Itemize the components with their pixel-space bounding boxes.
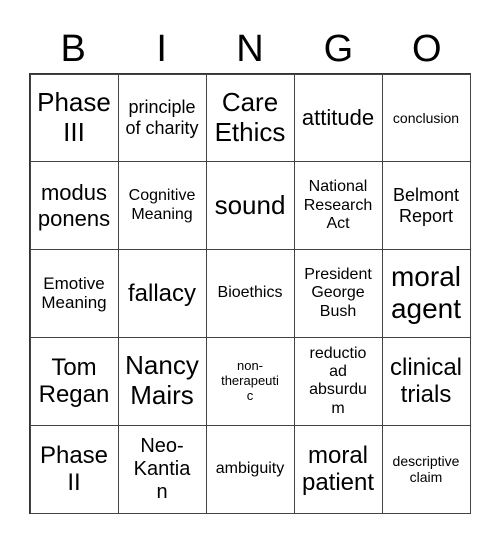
header-letter-i: I: [156, 28, 167, 70]
bingo-cell[interactable]: conclusion: [381, 73, 471, 163]
cell-text: principle of charity: [125, 97, 199, 138]
bingo-cell[interactable]: non-therapeutic: [205, 336, 295, 426]
bingo-cell[interactable]: Emotive Meaning: [29, 249, 119, 338]
cell-text: Phase II: [39, 441, 109, 497]
cell-text: non-therapeutic: [221, 357, 279, 403]
bingo-cell[interactable]: attitude: [293, 73, 383, 163]
bingo-cell[interactable]: Care Ethics: [205, 73, 295, 163]
cell-text: attitude: [301, 105, 375, 131]
bingo-cell[interactable]: Tom Regan: [29, 336, 119, 426]
cell-text: sound: [214, 189, 286, 220]
cell-text: Emotive Meaning: [41, 273, 107, 313]
bingo-cell[interactable]: modus ponens: [29, 161, 119, 251]
bingo-cell[interactable]: Nancy Mairs: [117, 336, 207, 426]
cell-text: Neo-Kantian: [133, 434, 191, 503]
cell-text: Tom Regan: [38, 353, 110, 409]
cell-text: Phase III: [37, 87, 111, 147]
bingo-cell[interactable]: moral agent: [381, 249, 471, 338]
bingo-cell[interactable]: Phase III: [29, 73, 119, 163]
bingo-cell[interactable]: clinical trials: [381, 336, 471, 426]
header-letter-n: N: [236, 28, 264, 70]
cell-text: modus ponens: [37, 180, 111, 231]
cell-text: clinical trials: [389, 353, 463, 409]
cell-text: fallacy: [127, 279, 197, 307]
bingo-cell[interactable]: fallacy: [117, 249, 207, 338]
bingo-header: B I N G O: [29, 24, 471, 74]
bingo-cell[interactable]: descriptive claim: [381, 424, 471, 514]
bingo-cell[interactable]: President George Bush: [293, 249, 383, 338]
bingo-cell[interactable]: sound: [205, 161, 295, 251]
bingo-cell[interactable]: reductio ad absurdum: [293, 336, 383, 426]
cell-text: Cognitive Meaning: [128, 187, 196, 223]
header-letter-b: B: [60, 28, 86, 70]
cell-text: Bioethics: [217, 284, 283, 302]
bingo-cell[interactable]: moral patient: [293, 424, 383, 514]
cell-text: reductio ad absurdum: [309, 344, 367, 417]
bingo-cell[interactable]: Phase II: [29, 424, 119, 514]
cell-text: Belmont Report: [392, 185, 460, 226]
cell-text: conclusion: [392, 109, 460, 126]
cell-text: ambiguity: [215, 459, 285, 477]
cell-text: President George Bush: [304, 265, 372, 320]
header-letter-o: O: [412, 28, 442, 70]
cell-text: moral patient: [301, 441, 375, 497]
bingo-cell[interactable]: Belmont Report: [381, 161, 471, 251]
bingo-card: Phase III principle of charity Care Ethi…: [29, 73, 471, 514]
bingo-cell[interactable]: Neo-Kantian: [117, 424, 207, 514]
bingo-cell[interactable]: ambiguity: [205, 424, 295, 514]
cell-text: Nancy Mairs: [125, 350, 199, 411]
bingo-cell[interactable]: principle of charity: [117, 73, 207, 163]
bingo-cell[interactable]: Cognitive Meaning: [117, 161, 207, 251]
cell-text: National Research Act: [303, 178, 373, 232]
bingo-cell[interactable]: National Research Act: [293, 161, 383, 251]
header-letter-g: G: [323, 28, 354, 70]
cell-text: descriptive claim: [392, 453, 460, 486]
bingo-cell[interactable]: Bioethics: [205, 249, 295, 338]
cell-text: moral agent: [390, 261, 462, 325]
cell-text: Care Ethics: [214, 87, 286, 147]
